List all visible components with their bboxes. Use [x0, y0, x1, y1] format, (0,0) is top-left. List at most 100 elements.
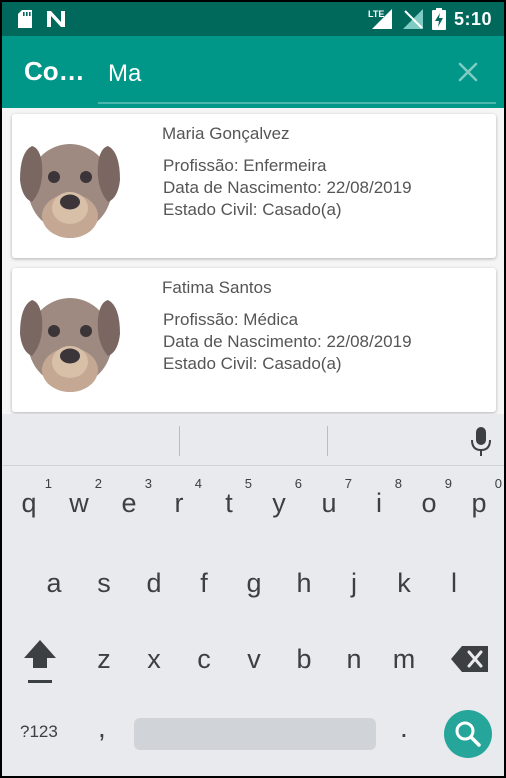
key-label: x [147, 644, 161, 674]
key-label: n [346, 644, 362, 674]
contact-name: Maria Gonçalvez [162, 124, 290, 143]
lte-signal-icon: LTE [368, 9, 392, 29]
key[interactable]: k [379, 550, 429, 620]
key[interactable]: 8i [354, 474, 404, 544]
app-title: Co… [24, 56, 85, 86]
clock: 5:10 [453, 8, 492, 29]
battery-charging-icon [431, 8, 446, 30]
contact-birth-date: Data de Nascimento: 22/08/2019 [163, 178, 412, 197]
search-action-button[interactable] [444, 710, 492, 758]
search-icon [455, 721, 481, 747]
key-label: z [97, 644, 111, 674]
contact-profession: Profissão: Médica [163, 310, 299, 329]
suggestion-strip [2, 414, 504, 466]
contact-marital-status: Estado Civil: Casado(a) [163, 200, 342, 219]
key[interactable]: v [229, 626, 279, 696]
key-label: k [397, 568, 411, 598]
key-label: u [321, 488, 337, 518]
key[interactable]: s [79, 550, 129, 620]
key-label: a [46, 568, 62, 598]
key-label: f [200, 568, 208, 598]
key[interactable]: d [129, 550, 179, 620]
key[interactable]: z [79, 626, 129, 696]
mic-icon[interactable] [470, 426, 492, 458]
key-number-hint: 1 [44, 476, 52, 491]
key[interactable]: 5t [204, 474, 254, 544]
key[interactable]: b [279, 626, 329, 696]
soft-keyboard: 1q 2w 3e 4r 5t 6y 7u 8i 9o 0p a s d f g … [2, 414, 504, 776]
contact-marital-status: Estado Civil: Casado(a) [163, 354, 342, 373]
search-query[interactable]: Ma [108, 60, 141, 88]
comma-key[interactable]: , [98, 712, 106, 744]
key-number-hint: 8 [394, 476, 402, 491]
dog-avatar-icon [20, 298, 120, 392]
contact-list: Maria Gonçalvez Profissão: Enfermeira Da… [2, 108, 504, 414]
symbols-key[interactable]: ?123 [20, 722, 58, 742]
key-label: w [69, 488, 89, 518]
key[interactable]: 4r [154, 474, 204, 544]
key[interactable]: 3e [104, 474, 154, 544]
key-number-hint: 2 [94, 476, 102, 491]
contact-card[interactable]: Maria Gonçalvez Profissão: Enfermeira Da… [12, 114, 496, 258]
key[interactable]: h [279, 550, 329, 620]
key[interactable]: m [379, 626, 429, 696]
key-label: m [392, 644, 416, 674]
key-label: q [21, 488, 37, 518]
key-number-hint: 0 [494, 476, 502, 491]
sd-card-icon [18, 10, 32, 28]
search-input[interactable]: Ma [98, 50, 496, 104]
key-label: s [97, 568, 111, 598]
n-notification-icon [47, 11, 65, 27]
backspace-icon[interactable] [450, 644, 490, 674]
key-label: o [421, 488, 437, 518]
key[interactable]: c [179, 626, 229, 696]
contact-birth-date: Data de Nascimento: 22/08/2019 [163, 332, 412, 351]
key-label: b [296, 644, 312, 674]
key-label: h [296, 568, 312, 598]
key-label: l [451, 568, 457, 598]
key-label: i [376, 488, 382, 518]
key-label: v [247, 644, 261, 674]
key[interactable]: f [179, 550, 229, 620]
key-label: p [471, 488, 487, 518]
contact-profession: Profissão: Enfermeira [163, 156, 327, 175]
key[interactable]: j [329, 550, 379, 620]
dog-avatar-icon [20, 144, 120, 238]
key-label: c [197, 644, 211, 674]
key-label: r [174, 488, 184, 518]
suggestion-divider [179, 426, 180, 456]
key-number-hint: 6 [294, 476, 302, 491]
key-number-hint: 4 [194, 476, 202, 491]
key[interactable]: 0p [454, 474, 504, 544]
key-label: d [146, 568, 162, 598]
space-key[interactable] [134, 718, 376, 750]
key[interactable]: 6y [254, 474, 304, 544]
shift-icon[interactable] [20, 636, 60, 688]
period-key[interactable]: . [400, 712, 408, 744]
key[interactable]: 7u [304, 474, 354, 544]
key-label: t [225, 488, 233, 518]
phone-screen: LTE 5:10 Co… Ma Maria Gonçalvez Profissã… [0, 0, 506, 778]
key-label: g [246, 568, 262, 598]
key[interactable]: 2w [54, 474, 104, 544]
close-icon[interactable] [454, 58, 482, 86]
key[interactable]: 9o [404, 474, 454, 544]
key[interactable]: x [129, 626, 179, 696]
status-bar: LTE 5:10 [2, 2, 504, 36]
contact-name: Fatima Santos [162, 278, 272, 297]
key-number-hint: 5 [244, 476, 252, 491]
key-number-hint: 3 [144, 476, 152, 491]
key-number-hint: 7 [344, 476, 352, 491]
key-label: j [351, 568, 357, 598]
key[interactable]: 1q [4, 474, 54, 544]
svg-text:LTE: LTE [368, 9, 384, 19]
key[interactable]: a [29, 550, 79, 620]
suggestion-divider [327, 426, 328, 456]
key-label: e [121, 488, 137, 518]
key[interactable]: l [429, 550, 479, 620]
contact-card[interactable]: Fatima Santos Profissão: Médica Data de … [12, 268, 496, 412]
key[interactable]: g [229, 550, 279, 620]
no-signal-icon [402, 9, 423, 29]
key-number-hint: 9 [444, 476, 452, 491]
key[interactable]: n [329, 626, 379, 696]
